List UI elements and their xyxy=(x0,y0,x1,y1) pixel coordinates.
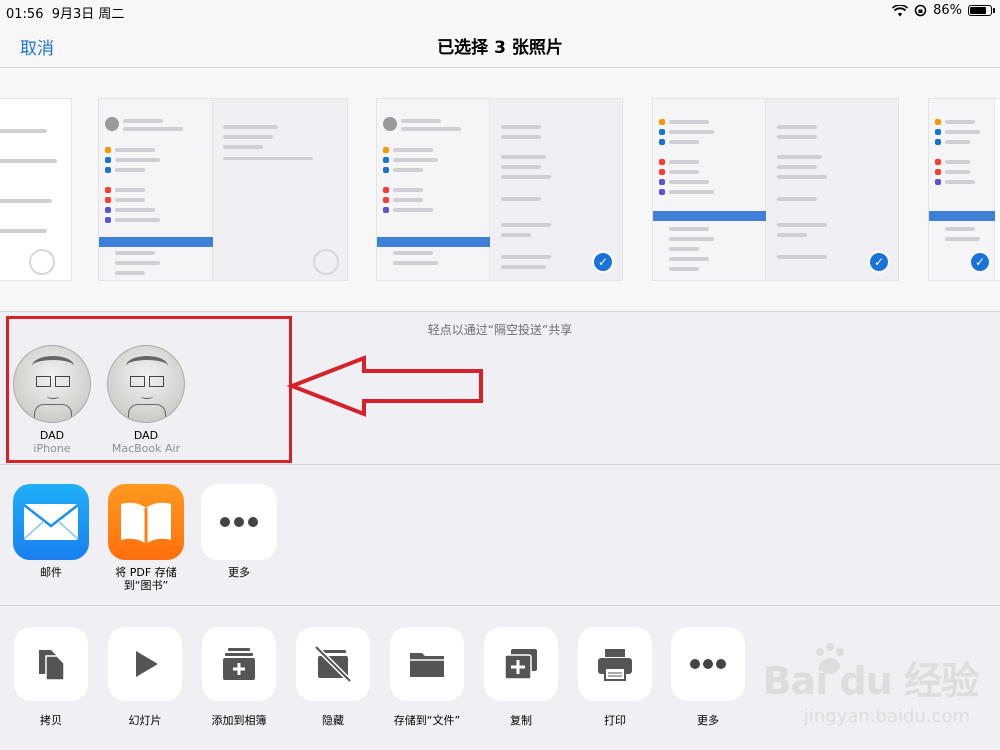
mail-icon xyxy=(13,484,89,560)
photo-thumbnail[interactable] xyxy=(98,98,348,281)
action-label: 幻灯片 xyxy=(128,714,162,727)
action-label: 拷贝 xyxy=(40,714,62,727)
share-apps-row: 邮件 将 PDF 存储 到“图书” 更多 xyxy=(0,466,1000,606)
more-icon xyxy=(201,484,277,560)
selected-check-icon: ✓ xyxy=(592,251,614,273)
action-label: 添加到相簿 xyxy=(211,714,267,727)
app-label: 将 PDF 存储 到“图书” xyxy=(115,566,177,592)
add-to-album-icon xyxy=(202,627,276,701)
photo-strip[interactable]: ✓ ✓ ✓ xyxy=(0,68,1000,312)
hide-icon xyxy=(296,627,370,701)
annotation-highlight-box xyxy=(6,316,292,463)
action-label: 存储到“文件” xyxy=(393,714,461,727)
baidu-watermark: Bai du 经验 jingyan.baidu.com xyxy=(752,640,992,740)
selected-check-icon: ✓ xyxy=(969,251,991,273)
annotation-arrow-icon xyxy=(286,355,483,417)
app-label: 更多 xyxy=(228,566,250,579)
action-save-to-files[interactable]: 存储到“文件” xyxy=(380,627,474,728)
app-mail[interactable]: 邮件 xyxy=(5,484,97,579)
action-label: 隐藏 xyxy=(322,714,344,727)
folder-icon xyxy=(390,627,464,701)
battery-icon xyxy=(968,5,995,16)
action-label: 更多 xyxy=(697,714,719,727)
books-icon xyxy=(108,484,184,560)
action-hide[interactable]: 隐藏 xyxy=(286,627,380,728)
action-label: 打印 xyxy=(604,714,626,727)
action-duplicate[interactable]: 复制 xyxy=(474,627,568,728)
photo-thumbnail[interactable]: ✓ xyxy=(928,98,1000,281)
photo-thumbnail[interactable]: ✓ xyxy=(376,98,623,281)
play-icon xyxy=(108,627,182,701)
action-copy[interactable]: 拷贝 xyxy=(4,627,98,728)
action-slideshow[interactable]: 幻灯片 xyxy=(98,627,192,728)
watermark-logo: Bai du 经验 xyxy=(762,659,979,703)
battery-percent: 86% xyxy=(933,3,962,18)
status-bar: 01:56 9月3日 周二 86% xyxy=(0,0,1000,22)
selected-check-icon: ✓ xyxy=(868,251,890,273)
copy-icon xyxy=(14,627,88,701)
action-label: 复制 xyxy=(510,714,532,727)
wifi-icon xyxy=(892,4,909,16)
app-books[interactable]: 将 PDF 存储 到“图书” xyxy=(100,484,192,592)
orientation-lock-icon xyxy=(914,4,927,17)
app-more[interactable]: 更多 xyxy=(193,484,285,579)
app-label: 邮件 xyxy=(40,566,62,579)
watermark-url: jingyan.baidu.com xyxy=(803,706,970,727)
photo-thumbnail[interactable]: ✓ xyxy=(652,98,899,281)
status-time: 01:56 9月3日 周二 xyxy=(6,7,125,22)
photo-thumbnail[interactable] xyxy=(0,98,72,281)
print-icon xyxy=(578,627,652,701)
share-sheet-header: 取消 已选择 3 张照片 xyxy=(0,22,1000,68)
action-more[interactable]: 更多 xyxy=(661,627,755,728)
more-icon xyxy=(671,627,745,701)
duplicate-icon xyxy=(484,627,558,701)
action-print[interactable]: 打印 xyxy=(568,627,662,728)
page-title: 已选择 3 张照片 xyxy=(437,38,563,58)
action-add-to-album[interactable]: 添加到相簿 xyxy=(192,627,286,728)
